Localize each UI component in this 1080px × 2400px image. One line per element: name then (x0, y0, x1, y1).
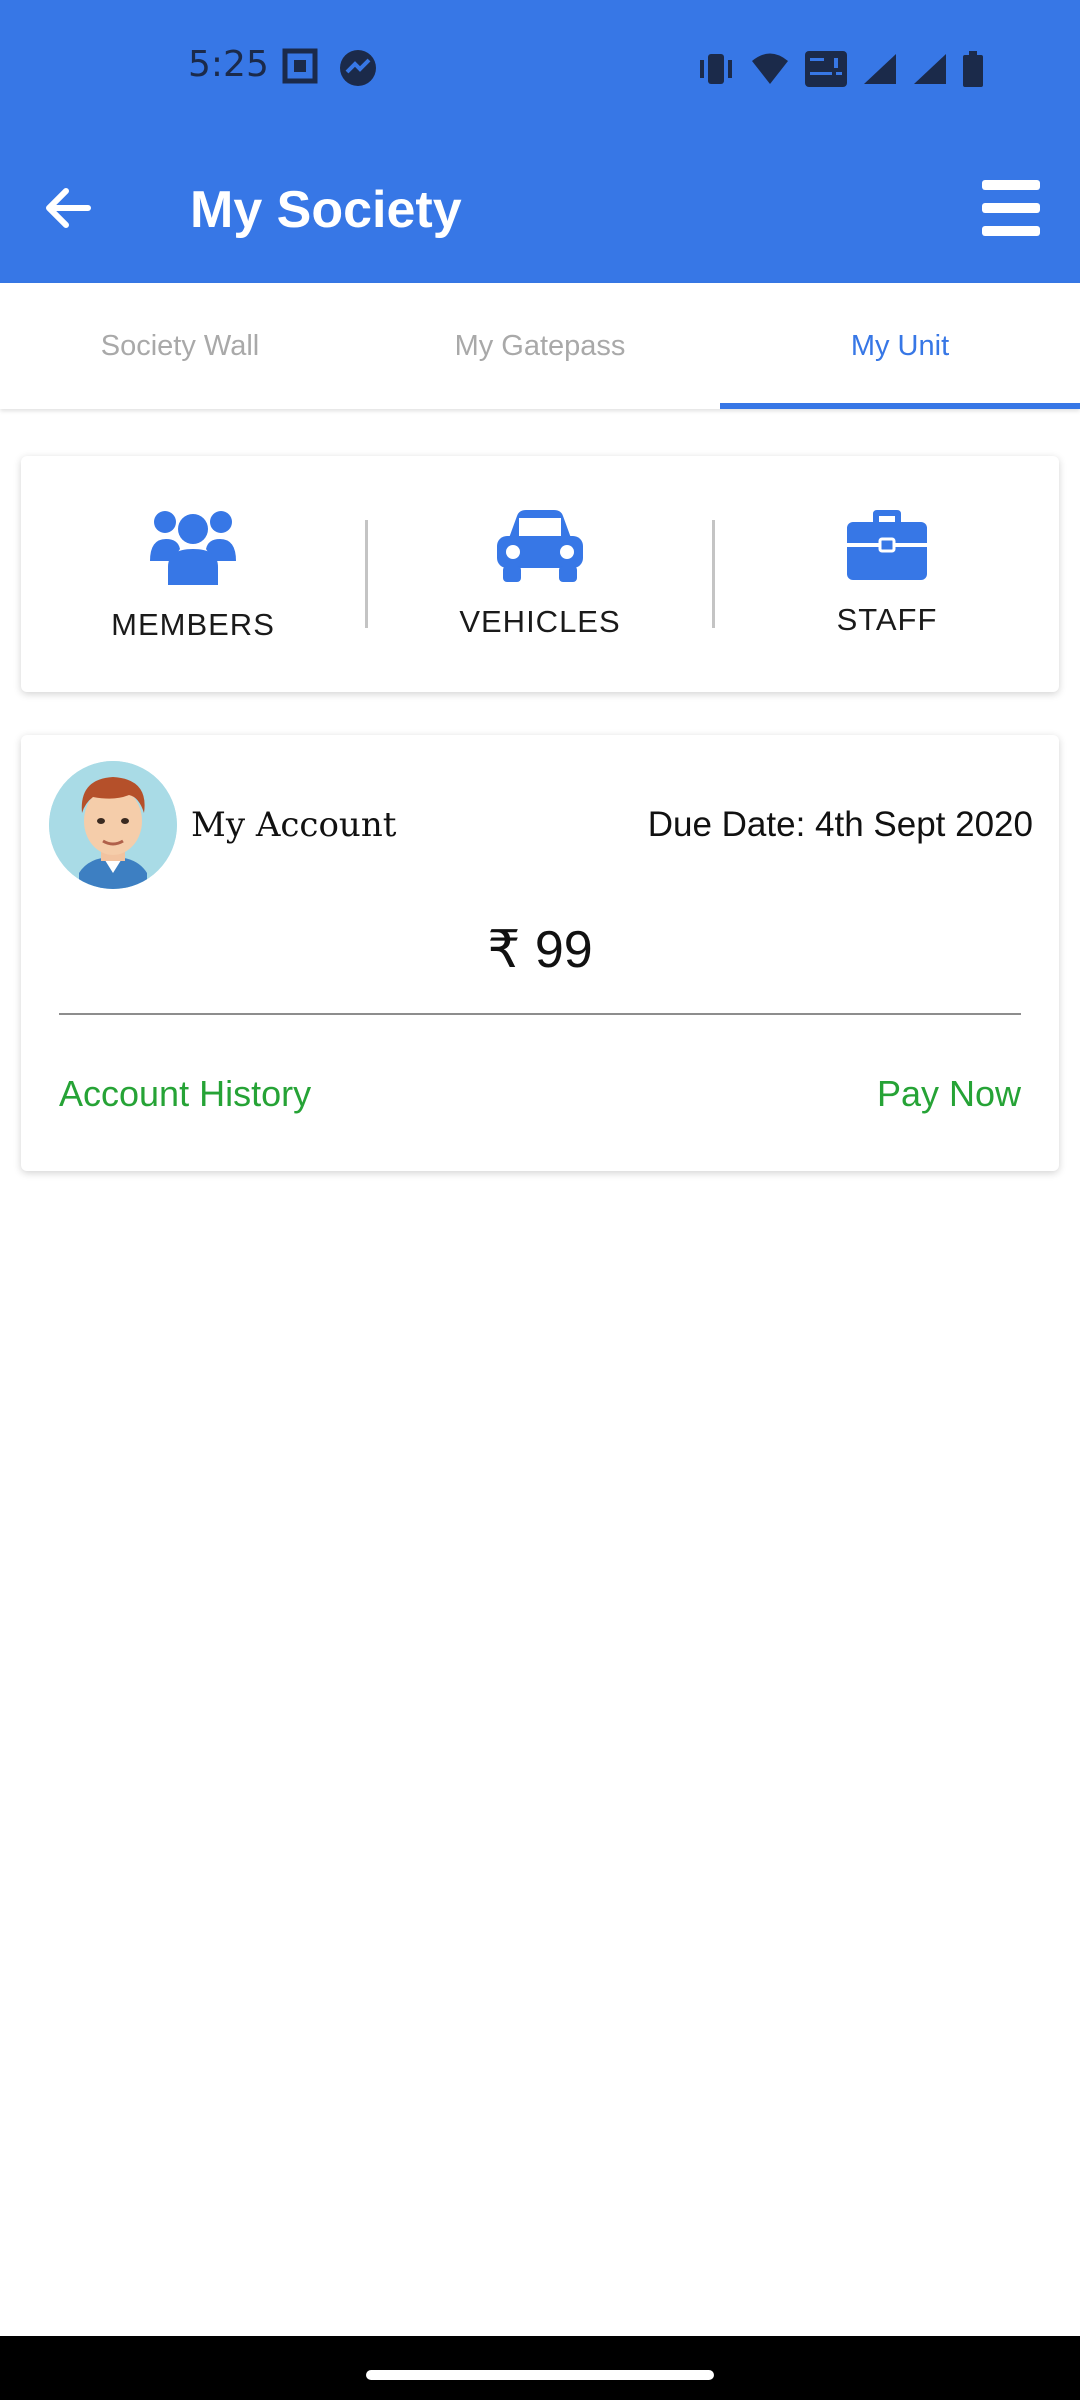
tab-my-gatepass[interactable]: My Gatepass (360, 283, 720, 409)
page-title: My Society (190, 181, 462, 239)
screenshot-app-icon (282, 48, 318, 84)
vehicles-button[interactable]: VEHICLES (368, 456, 712, 692)
amount-due: ₹ 99 (487, 921, 593, 979)
status-icons (696, 50, 984, 93)
members-button[interactable]: MEMBERS (21, 456, 365, 692)
avatar (49, 761, 177, 889)
account-card: My Account Due Date: 4th Sept 2020 ₹ 99 … (21, 735, 1059, 1171)
tab-bar: Society Wall My Gatepass My Unit (0, 283, 1080, 409)
briefcase-icon (847, 510, 927, 580)
menu-icon (982, 180, 1040, 190)
car-icon (497, 510, 583, 582)
tab-my-unit[interactable]: My Unit (720, 283, 1080, 409)
app-header: 5:25 My Society (0, 0, 1080, 283)
back-button[interactable] (40, 180, 96, 236)
account-label: My Account (191, 805, 397, 845)
volte-icon (804, 50, 848, 93)
messenger-icon (338, 48, 376, 86)
home-gesture-handle[interactable] (366, 2370, 714, 2380)
vehicles-label: VEHICLES (459, 604, 621, 639)
system-nav-bar (0, 2336, 1080, 2400)
battery-icon (962, 51, 984, 92)
signal-2-icon (912, 52, 948, 91)
account-history-link[interactable]: Account History (59, 1073, 311, 1115)
pay-now-link[interactable]: Pay Now (877, 1073, 1021, 1115)
staff-button[interactable]: STAFF (715, 456, 1059, 692)
arrow-left-icon (46, 188, 91, 228)
unit-categories-card: MEMBERS VEHICLES STAFF (21, 456, 1059, 692)
menu-button[interactable] (982, 180, 1046, 236)
status-time: 5:25 (188, 44, 269, 85)
divider (59, 1013, 1021, 1015)
due-date: Due Date: 4th Sept 2020 (647, 805, 1033, 844)
wifi-icon (750, 52, 790, 91)
staff-label: STAFF (836, 602, 938, 637)
users-icon (150, 511, 236, 585)
signal-1-icon (862, 52, 898, 91)
tab-society-wall[interactable]: Society Wall (0, 283, 360, 409)
vibrate-icon (696, 51, 736, 92)
members-label: MEMBERS (111, 607, 275, 642)
